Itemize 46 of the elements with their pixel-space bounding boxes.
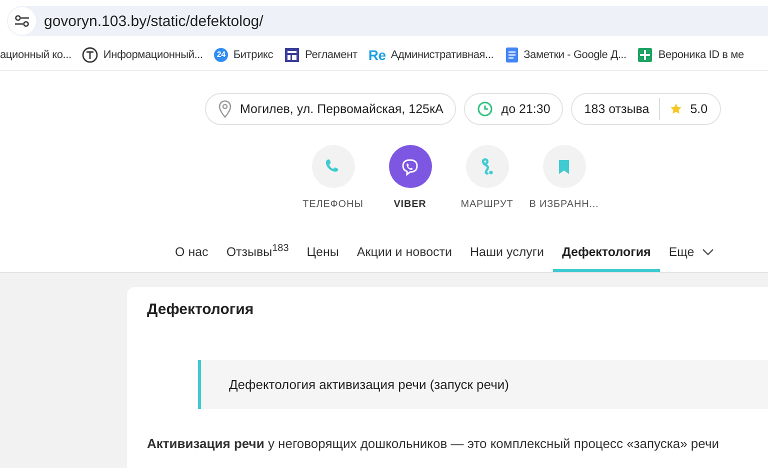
star-icon <box>670 103 682 115</box>
section-title: Дефектология <box>147 301 255 318</box>
nav-tab[interactable]: О нас <box>166 234 218 272</box>
nav-tab[interactable]: Отзывы$^{183}$ <box>217 234 298 272</box>
cloud-logo-icon: 24 <box>214 48 228 62</box>
action-label: ТЕЛЕФОНЫ <box>302 199 364 210</box>
hours-pill[interactable]: до 21:30 <box>464 93 564 125</box>
action-button[interactable] <box>542 145 586 188</box>
hours-text: до 21:30 <box>501 102 550 116</box>
address-text: Могилев, ул. Первомайская, 125кА <box>240 102 444 116</box>
viber-logo-icon <box>401 158 419 176</box>
bookmark-item[interactable]: ационный ко... <box>0 49 72 61</box>
more-menu[interactable]: Еще <box>660 234 724 272</box>
text-logo-icon: Re <box>368 47 386 63</box>
action-label: МАРШРУТ <box>460 199 514 210</box>
bookmark-item[interactable]: Информационный... <box>82 47 203 63</box>
paragraph-text: Активизация речи у неговорящих дошкольников — это комплексный процесс «запуска» речи <box>147 436 720 451</box>
layout-icon <box>284 47 300 63</box>
bookmark-item[interactable]: Вероника ID в ме <box>637 47 744 63</box>
nav-tab[interactable]: Акции и новости <box>348 234 462 272</box>
address-bar[interactable]: govoryn.103.by/static/defektolog/ <box>7 6 768 36</box>
nav-tab[interactable]: Наши услуги <box>461 234 553 272</box>
chevron-down-icon <box>702 248 714 256</box>
bookmark-item[interactable]: Регламент <box>284 47 358 63</box>
spreadsheet-icon <box>637 47 654 63</box>
reviews-count: 183 отзыва <box>584 102 650 116</box>
address-pill[interactable]: Могилев, ул. Первомайская, 125кА <box>205 93 456 125</box>
bookmark-item[interactable]: Re Административная... <box>368 47 494 63</box>
document-icon <box>504 47 519 63</box>
action-button[interactable] <box>388 145 432 188</box>
clock-icon <box>477 101 494 117</box>
letter-circle-icon <box>82 47 98 63</box>
site-info-button[interactable] <box>8 7 36 35</box>
bookmark-item[interactable]: 24 Битрикс <box>214 48 274 62</box>
bookmark-item[interactable]: Заметки - Google Д... <box>504 47 626 63</box>
site-settings-icon <box>14 14 30 28</box>
url-text: govoryn.103.by/static/defektolog/ <box>44 12 264 30</box>
action-button[interactable] <box>312 145 354 188</box>
nav-tab[interactable]: Цены <box>298 234 348 272</box>
rating-pill[interactable]: 183 отзыва 5.0 <box>571 93 721 125</box>
location-pin-icon <box>218 100 232 118</box>
action-label: VIBER <box>394 199 426 210</box>
quote-text: Дефектология активизация речи (запуск речи) <box>229 377 509 392</box>
action-button[interactable] <box>466 145 508 188</box>
action-label: В ИЗБРАНН... <box>529 199 599 210</box>
rating-value: 5.0 <box>690 102 708 116</box>
